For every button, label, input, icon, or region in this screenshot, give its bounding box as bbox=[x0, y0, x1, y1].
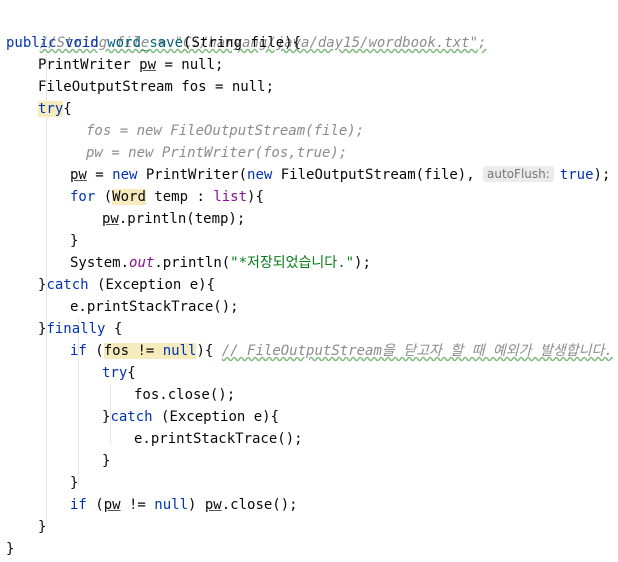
commented-code: fos = new FileOutputStream(file); bbox=[86, 123, 365, 139]
code-text: FileOutputStream(file), bbox=[272, 167, 484, 183]
code-text: .close(); bbox=[221, 497, 298, 513]
keyword: if bbox=[70, 497, 87, 513]
field: list bbox=[213, 189, 248, 205]
code-text: ); bbox=[593, 167, 611, 183]
code-editor[interactable]: //String file = "C:/haryang/java/day15/w… bbox=[0, 0, 618, 562]
code-text: } bbox=[70, 233, 79, 249]
code-text: PrintWriter( bbox=[137, 167, 248, 183]
code-line[interactable]: } bbox=[6, 538, 14, 560]
keyword-highlighted: null bbox=[162, 343, 197, 359]
keyword: new bbox=[247, 167, 273, 183]
code-text: != bbox=[120, 497, 155, 513]
variable: pw bbox=[70, 167, 87, 183]
code-text: { bbox=[105, 321, 123, 337]
inline-comment: // FileOutputStream을 닫고자 할 때 예외가 발생합니다. bbox=[221, 343, 613, 359]
code-text: e.printStackTrace(); bbox=[70, 299, 239, 315]
variable-highlighted: fos bbox=[103, 343, 130, 359]
code-line[interactable]: fos.close(); bbox=[134, 384, 235, 406]
code-text: System. bbox=[70, 255, 130, 271]
code-text: = bbox=[86, 167, 113, 183]
code-text: = null; bbox=[156, 57, 224, 73]
code-text: ){ bbox=[247, 189, 264, 205]
code-text: ( bbox=[86, 497, 104, 513]
code-line[interactable]: //String file = "C:/haryang/java/day15/w… bbox=[6, 10, 487, 51]
keyword: public bbox=[6, 35, 57, 51]
code-text: FileOutputStream fos = null; bbox=[38, 79, 275, 95]
code-line[interactable]: if (fos != null){ // FileOutputStream을 닫… bbox=[70, 340, 613, 362]
commented-code: pw = new PrintWriter(fos,true); bbox=[86, 145, 348, 161]
keyword: catch bbox=[46, 277, 89, 293]
keyword: void bbox=[65, 35, 99, 51]
string-literal: "*저장되었습니다." bbox=[230, 255, 355, 271]
keyword: null bbox=[154, 497, 189, 513]
code-text: fos.close(); bbox=[134, 387, 236, 403]
code-text: (Exception e){ bbox=[88, 277, 216, 293]
variable: pw bbox=[102, 211, 119, 227]
keyword: if bbox=[70, 343, 87, 359]
code-line[interactable]: } bbox=[102, 450, 110, 472]
code-line[interactable]: pw = new PrintWriter(new FileOutputStrea… bbox=[70, 164, 610, 186]
code-text: (String file){ bbox=[183, 35, 302, 51]
code-line[interactable]: e.printStackTrace(); bbox=[134, 428, 303, 450]
keyword: catch bbox=[110, 409, 153, 425]
code-line[interactable]: if (pw != null) pw.close(); bbox=[70, 494, 298, 516]
code-text: e.printStackTrace(); bbox=[134, 431, 303, 447]
code-line[interactable]: pw = new PrintWriter(fos,true); bbox=[86, 142, 347, 164]
code-text: != bbox=[129, 343, 163, 359]
code-text: temp : bbox=[145, 189, 214, 205]
method-name: word_save bbox=[107, 35, 184, 51]
code-line[interactable]: try{ bbox=[38, 98, 72, 120]
code-line[interactable]: }catch (Exception e){ bbox=[38, 274, 215, 296]
keyword: new bbox=[112, 167, 138, 183]
code-text: ( bbox=[86, 343, 104, 359]
code-line[interactable]: } bbox=[38, 516, 46, 538]
code-line[interactable]: public void word_save(String file){ bbox=[6, 32, 301, 54]
parameter-hint: autoFlush: bbox=[483, 166, 554, 182]
code-text: ) bbox=[188, 497, 205, 513]
code-text: } bbox=[102, 453, 111, 469]
keyword: finally bbox=[46, 321, 106, 337]
code-line[interactable]: e.printStackTrace(); bbox=[70, 296, 239, 318]
variable: pw bbox=[204, 497, 222, 513]
keyword: true bbox=[559, 167, 594, 183]
code-text: { bbox=[127, 365, 136, 381]
code-text: ); bbox=[354, 255, 371, 271]
code-line[interactable]: }finally { bbox=[38, 318, 122, 340]
code-line[interactable]: pw.println(temp); bbox=[102, 208, 245, 230]
variable: pw bbox=[139, 57, 157, 73]
code-line[interactable]: for (Word temp : list){ bbox=[70, 186, 264, 208]
code-line[interactable]: fos = new FileOutputStream(file); bbox=[86, 120, 364, 142]
code-line[interactable]: try{ bbox=[102, 362, 136, 384]
code-text: (Exception e){ bbox=[152, 409, 280, 425]
code-text: ( bbox=[95, 189, 113, 205]
keyword: for bbox=[70, 189, 96, 205]
code-line[interactable]: } bbox=[70, 472, 78, 494]
static-field: out bbox=[129, 255, 155, 271]
variable: pw bbox=[103, 497, 121, 513]
keyword: try bbox=[102, 365, 128, 381]
code-line[interactable]: } bbox=[70, 230, 78, 252]
code-text: .println( bbox=[154, 255, 231, 271]
code-text: ){ bbox=[196, 343, 222, 359]
code-line[interactable]: }catch (Exception e){ bbox=[102, 406, 279, 428]
code-line[interactable]: PrintWriter pw = null; bbox=[38, 54, 223, 76]
keyword-highlighted: try bbox=[38, 101, 64, 117]
code-line[interactable]: FileOutputStream fos = null; bbox=[38, 76, 274, 98]
code-text: PrintWriter bbox=[38, 57, 140, 73]
code-text: } bbox=[38, 519, 47, 535]
type-name-highlighted: Word bbox=[112, 189, 146, 205]
code-text: } bbox=[70, 475, 79, 491]
code-text: } bbox=[6, 541, 15, 557]
code-text: .println(temp); bbox=[118, 211, 246, 227]
code-line[interactable]: System.out.println("*저장되었습니다."); bbox=[70, 252, 371, 274]
code-text: { bbox=[63, 101, 72, 117]
